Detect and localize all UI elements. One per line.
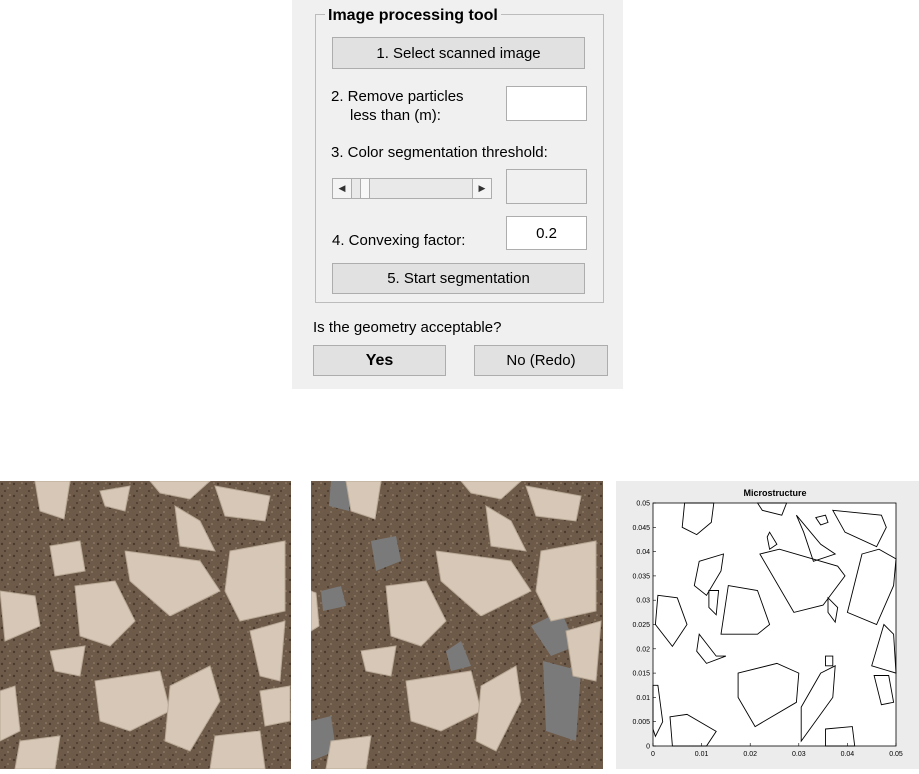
remove-particles-input[interactable] — [506, 86, 587, 121]
y-tick-label: 0.005 — [632, 719, 650, 726]
start-segmentation-button[interactable]: 5. Start segmentation — [332, 263, 585, 294]
y-tick-label: 0.015 — [632, 671, 650, 678]
y-tick-label: 0 — [646, 744, 650, 751]
acceptance-question: Is the geometry acceptable? — [313, 319, 502, 336]
convex-factor-input[interactable] — [506, 216, 587, 250]
remove-particles-label-line1: 2. Remove particles — [331, 88, 464, 105]
convex-factor-label: 4. Convexing factor: — [332, 232, 466, 249]
slider-thumb[interactable] — [359, 179, 370, 198]
chart-title: Microstructure — [743, 488, 806, 498]
x-tick-label: 0.02 — [743, 751, 757, 758]
x-tick-label: 0 — [651, 751, 655, 758]
y-tick-label: 0.02 — [636, 646, 650, 653]
threshold-slider[interactable]: ◀ ▶ — [332, 178, 492, 199]
y-tick-label: 0.03 — [636, 598, 650, 605]
x-tick-label: 0.05 — [889, 751, 903, 758]
yes-button[interactable]: Yes — [313, 345, 446, 376]
x-tick-label: 0.03 — [792, 751, 806, 758]
y-tick-label: 0.025 — [632, 622, 650, 629]
select-image-button[interactable]: 1. Select scanned image — [332, 37, 585, 69]
segmented-concrete-image — [311, 481, 603, 769]
microstructure-figure: Microstructure 0 0.01 0.02 0.03 0.04 0.05 0 0.0… — [616, 481, 919, 769]
y-tick-label: 0.035 — [632, 573, 650, 580]
group-title: Image processing tool — [325, 6, 501, 26]
threshold-value-field — [506, 169, 587, 204]
y-tick-label: 0.05 — [636, 501, 650, 508]
plot-area — [652, 502, 897, 747]
slider-right-arrow-icon[interactable]: ▶ — [472, 179, 491, 198]
slider-left-arrow-icon[interactable]: ◀ — [333, 179, 352, 198]
scanned-concrete-image — [0, 481, 291, 769]
scanned-image-drawing — [0, 481, 291, 769]
x-tick-label: 0.04 — [841, 751, 855, 758]
no-redo-button[interactable]: No (Redo) — [474, 345, 608, 376]
threshold-label: 3. Color segmentation threshold: — [331, 144, 548, 161]
image-processing-panel: Image processing tool 1. Select scanned … — [292, 0, 623, 389]
y-tick-label: 0.01 — [636, 695, 650, 702]
x-tick-label: 0.01 — [695, 751, 709, 758]
microstructure-chart: Microstructure 0 0.01 0.02 0.03 0.04 0.05 0 0.0… — [632, 488, 903, 758]
segmented-image-drawing — [311, 481, 603, 769]
remove-particles-label-line2: less than (m): — [350, 107, 441, 124]
y-tick-label: 0.045 — [632, 525, 650, 532]
y-tick-label: 0.04 — [636, 549, 650, 556]
